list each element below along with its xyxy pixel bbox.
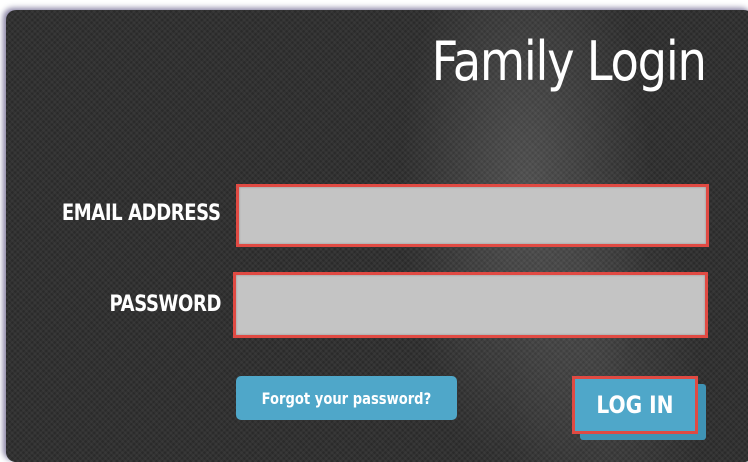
login-button-label: LOG IN <box>596 391 674 419</box>
password-label: PASSWORD <box>109 292 221 317</box>
email-field[interactable] <box>236 184 709 247</box>
page-title: Family Login <box>431 30 707 93</box>
page: Family Login EMAIL ADDRESS PASSWORD Forg… <box>0 0 748 462</box>
forgot-password-label: Forgot your password? <box>261 388 432 408</box>
password-field[interactable] <box>233 272 708 338</box>
email-label: EMAIL ADDRESS <box>62 201 221 226</box>
forgot-password-link[interactable]: Forgot your password? <box>236 376 457 420</box>
login-button[interactable]: LOG IN <box>572 376 698 434</box>
